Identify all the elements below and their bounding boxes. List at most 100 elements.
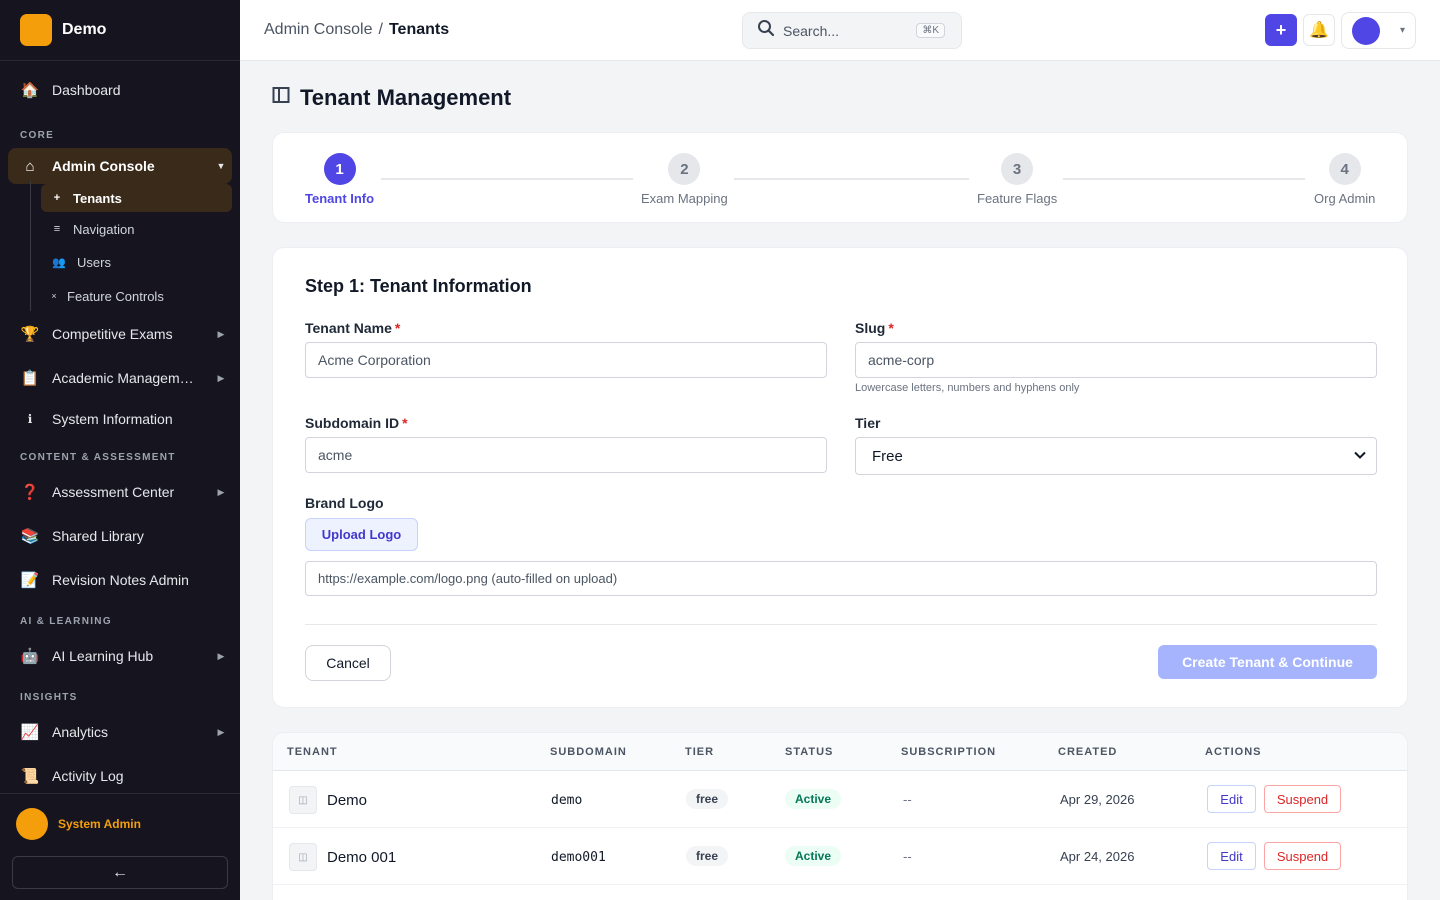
step-tenant-info[interactable]: 1 Tenant Info [305,153,374,206]
collapse-sidebar-button[interactable]: ← [12,856,228,889]
search-icon [757,19,775,42]
column-header: CREATED [1058,746,1118,758]
step-feature-flags[interactable]: 3 Feature Flags [977,153,1057,206]
search-input[interactable]: Search... ⌘K [742,12,962,49]
suspend-button[interactable]: Suspend [1264,785,1341,813]
tenant-subdomain: demo001 [551,850,606,865]
cancel-button[interactable]: Cancel [305,645,391,681]
sidebar-item-admin-console[interactable]: ⌂ Admin Console ▼ [8,148,232,184]
slug-label: Slug * [855,320,894,336]
tenant-subscription: -- [903,849,912,864]
user-name: System Admin [58,817,141,831]
suspend-button[interactable]: Suspend [1264,842,1341,870]
breadcrumb-parent[interactable]: Admin Console [264,21,373,39]
sidebar-item-competitive-exams[interactable]: 🏆 Competitive Exams ▶ [8,316,232,352]
edit-button[interactable]: Edit [1207,842,1256,870]
caret-right-icon: ▶ [217,372,225,383]
search-placeholder: Search... [783,22,840,39]
sidebar: Demo 🏠 Dashboard CORE ⌂ Admin Console ▼ … [0,0,240,900]
breadcrumb-current: Tenants [388,21,450,38]
column-header: TIER [685,746,715,758]
tenant-name-field[interactable]: Acme Corporation [305,342,827,378]
step-number: 1 [323,153,356,185]
label-text: Slug [855,320,886,336]
users-icon: 👥 [52,256,66,269]
page-title: Tenant Management [300,85,512,110]
label-text: Subdomain ID [305,415,400,431]
memo-icon: 📝 [20,572,40,589]
sidebar-subitem-label: Navigation [73,221,135,237]
tenant-name-label: Tenant Name * [305,320,400,336]
sidebar-item-assessment-center[interactable]: ❓ Assessment Center ▶ [8,474,232,510]
sidebar-item-activity-log[interactable]: 📜 Activity Log [8,758,232,793]
add-button[interactable]: + [1265,14,1297,46]
upload-logo-button[interactable]: Upload Logo [305,518,418,551]
step-org-admin[interactable]: 4 Org Admin [1314,153,1375,206]
brand[interactable]: Demo [0,0,240,60]
tenant-name: Demo 001 [327,849,397,866]
section-content-assessment: CONTENT & ASSESSMENT [20,452,176,463]
section-insights: INSIGHTS [20,692,78,703]
sidebar-subitem-users[interactable]: 👥 Users [41,248,232,276]
form-divider [305,624,1377,625]
label-text: Tenant Name [305,320,392,336]
table-row: ◫ [273,885,1407,900]
chevron-down-icon: ▾ [1400,25,1406,36]
page-header: Tenant Management [272,85,511,111]
tenant-created: Apr 24, 2026 [1060,849,1135,864]
sidebar-subitem-label: Feature Controls [67,288,164,304]
sidebar-item-academic-management[interactable]: 📋 Academic Managem… ▶ [8,360,232,396]
notifications-button[interactable]: 🔔 [1303,14,1335,46]
brand-logo [20,14,52,46]
step-connector [734,178,969,180]
status-badge: Active [785,789,842,809]
plus-icon: + [1275,19,1287,40]
step-exam-mapping[interactable]: 2 Exam Mapping [641,153,728,206]
sidebar-footer: System Admin ← [0,793,240,900]
avatar [16,808,48,840]
tenant-subdomain: demo [551,793,583,808]
caret-right-icon: ▶ [217,486,225,497]
chart-icon: 📈 [20,724,40,741]
sidebar-item-system-information[interactable]: ℹ System Information [8,401,232,437]
sidebar-item-label: Dashboard [52,82,121,98]
edit-button[interactable]: Edit [1207,785,1256,813]
user-profile[interactable]: System Admin [16,808,141,840]
tenants-table: TENANT SUBDOMAIN TIER STATUS SUBSCRIPTIO… [272,732,1408,900]
sidebar-subitem-navigation[interactable]: ≡ Navigation [41,215,232,243]
x-mark-icon: × [51,291,57,301]
subdomain-field[interactable]: acme [305,437,827,473]
brand-logo-label: Brand Logo [305,495,384,511]
tier-badge: free [686,789,729,809]
table-row: ◫ Demo 001 demo001 free Active -- Apr 24… [273,828,1407,885]
slug-field[interactable]: acme-corp [855,342,1377,378]
tenant-icon: ◫ [289,843,317,871]
sidebar-item-label: Activity Log [52,768,124,784]
sidebar-item-dashboard[interactable]: 🏠 Dashboard [8,72,232,108]
sidebar-item-label: AI Learning Hub [52,648,154,664]
sidebar-subitem-feature-controls[interactable]: × Feature Controls [41,282,232,310]
step-label: Feature Flags [977,191,1058,206]
logo-url-field[interactable]: https://example.com/logo.png (auto-fille… [305,561,1377,596]
caret-right-icon: ▶ [217,328,225,339]
tier-label: Tier [855,415,881,431]
tier-badge: free [686,846,729,866]
tenant-icon: ◫ [289,786,317,814]
sidebar-item-analytics[interactable]: 📈 Analytics ▶ [8,714,232,750]
sidebar-item-revision-notes[interactable]: 📝 Revision Notes Admin [8,562,232,598]
section-ai-learning: AI & LEARNING [20,616,112,627]
sidebar-item-ai-learning-hub[interactable]: 🤖 AI Learning Hub ▶ [8,638,232,674]
step-connector [1063,178,1305,180]
caret-right-icon: ▶ [217,650,225,661]
caret-right-icon: ▶ [217,726,225,737]
bell-icon: 🔔 [1309,22,1329,39]
stepper: 1 Tenant Info 2 Exam Mapping 3 Feature F… [272,132,1408,223]
create-tenant-button[interactable]: Create Tenant & Continue [1158,645,1377,679]
sidebar-subitem-label: Tenants [73,190,122,206]
column-header: TENANT [287,746,338,758]
profile-menu-button[interactable]: ▾ [1341,12,1416,49]
tenant-name: Demo [327,792,368,809]
sidebar-subitem-tenants[interactable]: + Tenants [41,184,232,212]
sidebar-item-shared-library[interactable]: 📚 Shared Library [8,518,232,554]
tier-select[interactable]: Free [855,437,1377,475]
